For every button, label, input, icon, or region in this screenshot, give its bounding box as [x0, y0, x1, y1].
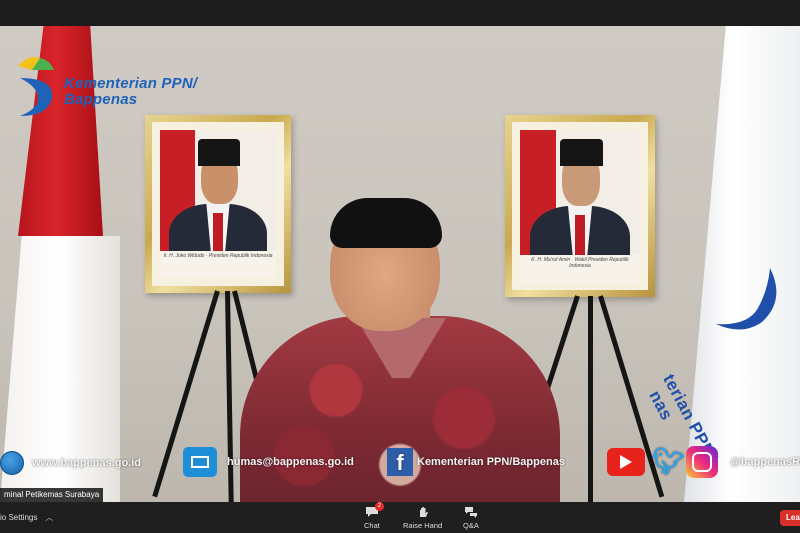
email-text: humas@bappenas.go.id: [227, 456, 354, 468]
qa-button[interactable]: Q&A: [463, 506, 479, 530]
website-text: www.bappenas.go.id: [32, 457, 141, 469]
ministry-logo-text: Kementerian PPN/ Bappenas: [64, 76, 197, 108]
youtube-icon: [607, 448, 645, 476]
audio-settings-button[interactable]: io Settings ︿: [0, 512, 53, 523]
contact-overlay: www.bappenas.go.id humas@bappenas.go.id …: [0, 446, 800, 478]
portrait-photo: K. H. Ma'ruf Amin · Wakil Presiden Repub…: [520, 130, 640, 282]
raise-hand-button[interactable]: Raise Hand: [403, 506, 442, 530]
chat-badge: 2: [374, 502, 384, 511]
chat-icon: 2: [365, 502, 384, 518]
participant-name-label: minal Petikemas Surabaya: [0, 488, 104, 502]
chevron-up-icon[interactable]: ︿: [45, 513, 53, 522]
email-item: humas@bappenas.go.id: [183, 447, 354, 477]
meeting-toolbar: io Settings ︿ 2 Chat Raise Hand Q&A Leav: [0, 502, 800, 533]
website-item: www.bappenas.go.id: [0, 451, 141, 475]
facebook-text: Kementerian PPN/Bappenas: [417, 456, 565, 468]
crescent-logo-icon: [716, 268, 777, 330]
portrait-caption: Ir. H. Joko Widodo · Presiden Republik I…: [160, 251, 276, 278]
video-feed: Kementerian PPN/ Bappenas Ir. H. Joko Wi…: [0, 26, 800, 502]
facebook-icon: f: [387, 448, 413, 476]
youtube-item: [607, 448, 645, 476]
twitter-icon: 🐦︎: [652, 446, 686, 476]
instagram-icon: [686, 446, 718, 478]
window-top-bar: [0, 0, 800, 26]
globe-icon: [0, 451, 24, 475]
leave-button[interactable]: Leav: [780, 510, 800, 526]
raise-hand-label: Raise Hand: [403, 521, 443, 530]
instagram-item: @bappenasRI: [686, 446, 800, 478]
mail-icon: [183, 447, 217, 477]
bappenas-logo-icon: [18, 57, 54, 116]
portrait-frame-president: Ir. H. Joko Widodo · Presiden Republik I…: [145, 115, 291, 293]
portrait-photo: Ir. H. Joko Widodo · Presiden Republik I…: [160, 130, 276, 278]
chat-label: Chat: [364, 521, 380, 530]
logo-line-1: Kementerian PPN/: [64, 75, 198, 92]
hand-icon: [416, 506, 430, 518]
speaker-hair: [330, 198, 442, 248]
twitter-item: 🐦︎: [652, 447, 685, 475]
zoom-window: Kementerian PPN/ Bappenas Ir. H. Joko Wi…: [0, 0, 800, 533]
logo-line-2: Bappenas: [64, 91, 138, 108]
qa-label: Q&A: [463, 521, 479, 530]
audio-settings-label: io Settings: [0, 513, 38, 522]
portrait-frame-vice-president: K. H. Ma'ruf Amin · Wakil Presiden Repub…: [505, 115, 655, 297]
qa-icon: [464, 506, 478, 518]
portrait-caption: K. H. Ma'ruf Amin · Wakil Presiden Repub…: [520, 254, 640, 282]
chat-button[interactable]: 2 Chat: [364, 502, 384, 530]
facebook-item: f Kementerian PPN/Bappenas: [387, 448, 565, 476]
instagram-text: @bappenasRI: [730, 456, 800, 468]
